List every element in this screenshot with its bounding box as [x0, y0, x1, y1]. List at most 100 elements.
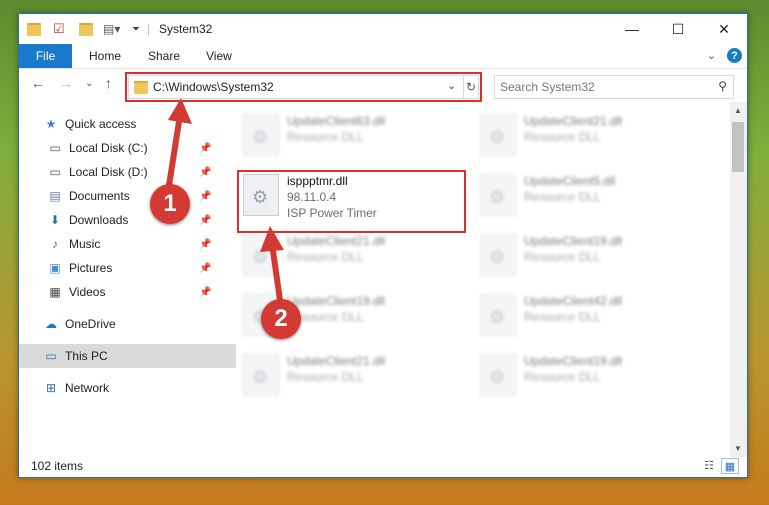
dll-file-icon — [480, 294, 516, 336]
file-name: UpdateClient19.dll — [524, 354, 623, 368]
folder-icon — [27, 21, 41, 37]
maximize-button[interactable]: ☐ — [655, 14, 701, 44]
sidebar-item-label: Local Disk (D:) — [69, 165, 148, 179]
navigation-pane: ★ Quick access ▭ Local Disk (C:) 📌 ▭ Loc… — [19, 108, 236, 460]
pin-icon: 📌 — [199, 142, 212, 154]
dll-file-icon — [480, 114, 516, 156]
drive-icon: ▭ — [49, 141, 61, 155]
list-item[interactable]: UpdateClient63.dll Resource DLL — [239, 110, 469, 166]
tab-share[interactable]: Share — [148, 44, 180, 68]
forward-button[interactable]: → — [59, 75, 73, 91]
file-description: Resource DLL — [524, 250, 601, 264]
sidebar-item-quick-access[interactable]: ★ Quick access — [19, 112, 236, 136]
expand-ribbon-icon[interactable]: ⌄ — [707, 49, 716, 62]
star-icon: ★ — [45, 117, 57, 131]
sidebar-item-network[interactable]: ⊞ Network — [19, 376, 236, 400]
pin-icon: 📌 — [199, 238, 212, 250]
recent-locations-button[interactable]: ⌄ — [85, 78, 93, 89]
file-list: UpdateClient63.dll Resource DLL isppptmr… — [229, 102, 729, 462]
pin-icon: 📌 — [199, 214, 212, 226]
file-name: UpdateClient19.dll — [287, 294, 386, 308]
sidebar-item-downloads[interactable]: ⬇ Downloads 📌 — [19, 208, 240, 232]
dll-file-icon — [480, 354, 516, 396]
list-item[interactable]: UpdateClient19.dll Resource DLL — [476, 230, 706, 286]
close-button[interactable]: ✕ — [701, 14, 747, 44]
view-options-icon[interactable]: ▤▾ — [103, 21, 120, 37]
list-item[interactable]: UpdateClient21.dll Resource DLL — [239, 230, 469, 286]
file-name: UpdateClient19.dll — [524, 234, 623, 248]
file-description: Resource DLL — [287, 130, 364, 144]
tab-view[interactable]: View — [206, 44, 232, 68]
sidebar-item-label: Documents — [69, 189, 130, 203]
list-item[interactable]: UpdateClient42.dll Resource DLL — [476, 290, 706, 346]
file-description: Resource DLL — [287, 250, 364, 264]
pin-icon: 📌 — [199, 190, 212, 202]
list-item[interactable]: UpdateClient21.dll Resource DLL — [476, 110, 706, 166]
help-icon[interactable]: ? — [727, 48, 742, 63]
minimize-button[interactable]: — — [609, 14, 655, 44]
sidebar-item-label: This PC — [65, 349, 108, 363]
ribbon: File Home Share View ⌄ ? — [19, 44, 747, 69]
file-description: Resource DLL — [287, 370, 364, 384]
file-highlight-box — [237, 170, 466, 233]
file-name: UpdateClient21.dll — [524, 114, 623, 128]
vertical-scrollbar[interactable]: ▲ ▼ — [730, 102, 747, 457]
tab-home[interactable]: Home — [89, 44, 121, 68]
details-view-icon[interactable]: ☷ — [701, 458, 717, 472]
file-name: UpdateClient42.dll — [524, 294, 623, 308]
downloads-icon: ⬇ — [49, 213, 61, 227]
list-item[interactable]: UpdateClient21.dll Resource DLL — [239, 350, 469, 406]
scroll-down-icon[interactable]: ▼ — [734, 444, 742, 453]
list-item[interactable]: UpdateClient19.dll Resource DLL — [476, 350, 706, 406]
explorer-window: ☑ ▤▾ ⏷ | System32 — ☐ ✕ File Home Share … — [18, 13, 748, 478]
new-folder-icon[interactable] — [79, 21, 93, 37]
sidebar-item-local-disk-c[interactable]: ▭ Local Disk (C:) 📌 — [19, 136, 240, 160]
dll-file-icon — [480, 174, 516, 216]
window-title: System32 — [159, 22, 213, 36]
dll-file-icon — [243, 234, 279, 276]
pin-icon: 📌 — [199, 286, 212, 298]
scroll-up-icon[interactable]: ▲ — [734, 106, 742, 115]
dll-file-icon — [243, 354, 279, 396]
file-name: UpdateClient5.dll — [524, 174, 616, 188]
sidebar-item-pictures[interactable]: ▣ Pictures 📌 — [19, 256, 240, 280]
search-placeholder: Search System32 — [500, 80, 595, 94]
pin-icon: 📌 — [199, 166, 212, 178]
onedrive-icon: ☁ — [45, 317, 57, 331]
sidebar-item-documents[interactable]: ▤ Documents 📌 — [19, 184, 240, 208]
sidebar-item-label: Quick access — [65, 117, 137, 131]
videos-icon: ▦ — [49, 285, 61, 299]
callout-2: 2 — [261, 299, 301, 339]
list-item[interactable]: UpdateClient5.dll Resource DLL — [476, 170, 706, 226]
properties-icon[interactable]: ☑ — [53, 21, 65, 37]
item-count: 102 items — [31, 459, 84, 473]
customize-toolbar-icon[interactable]: ⏷ — [132, 21, 140, 37]
dll-file-icon — [480, 234, 516, 276]
sidebar-item-this-pc[interactable]: ▭ This PC — [19, 344, 236, 368]
file-description: Resource DLL — [524, 310, 601, 324]
drive-icon: ▭ — [49, 165, 61, 179]
dll-file-icon — [243, 114, 279, 156]
up-button[interactable]: ↑ — [105, 75, 112, 91]
pc-icon: ▭ — [45, 349, 57, 363]
pictures-icon: ▣ — [49, 261, 61, 275]
scrollbar-thumb[interactable] — [732, 122, 744, 172]
sidebar-item-videos[interactable]: ▦ Videos 📌 — [19, 280, 240, 304]
pin-icon: 📌 — [199, 262, 212, 274]
tiles-view-icon[interactable]: ▦ — [721, 458, 739, 474]
navigation-bar: ← → ⌄ ↑ C:\Windows\System32 ⌄ ↻ Search S… — [19, 69, 747, 102]
music-icon: ♪ — [52, 237, 58, 251]
search-input[interactable]: Search System32 ⚲ — [494, 75, 734, 99]
status-bar: 102 items ☷ ▦ — [19, 455, 747, 477]
sidebar-item-onedrive[interactable]: ☁ OneDrive — [19, 312, 236, 336]
sidebar-item-music[interactable]: ♪ Music 📌 — [19, 232, 240, 256]
sidebar-item-label: Pictures — [69, 261, 113, 275]
sidebar-item-label: Videos — [69, 285, 106, 299]
tab-file[interactable]: File — [19, 44, 72, 68]
sidebar-item-label: Local Disk (C:) — [69, 141, 148, 155]
documents-icon: ▤ — [49, 189, 61, 203]
network-icon: ⊞ — [45, 381, 57, 395]
back-button[interactable]: ← — [31, 75, 45, 91]
sidebar-item-local-disk-d[interactable]: ▭ Local Disk (D:) 📌 — [19, 160, 240, 184]
callout-1: 1 — [150, 184, 190, 224]
